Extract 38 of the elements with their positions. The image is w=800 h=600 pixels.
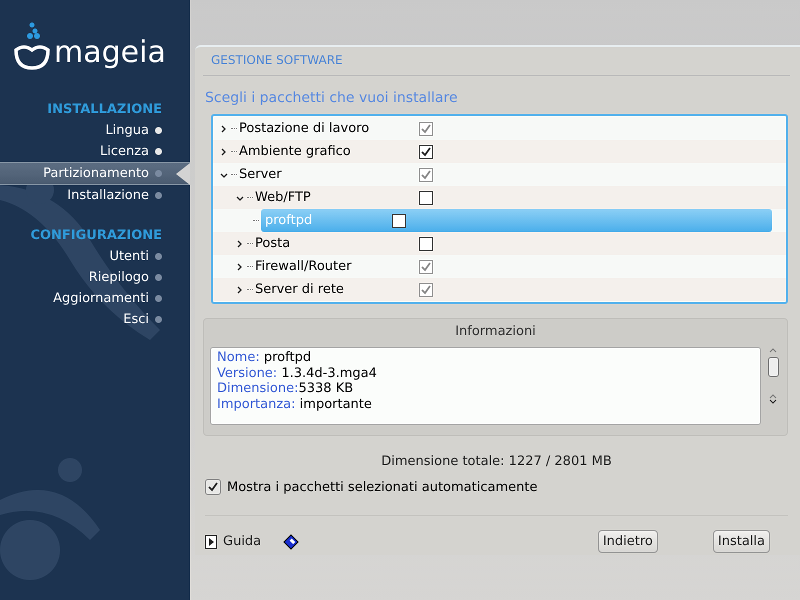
chevron-down-icon[interactable] bbox=[236, 194, 244, 202]
section-title: CONFIGURAZIONE bbox=[29, 227, 163, 245]
tree-item[interactable]: Server bbox=[239, 163, 419, 186]
panel-subtitle: Scegli i pacchetti che vuoi installare bbox=[205, 90, 459, 106]
checkbox[interactable] bbox=[392, 214, 406, 228]
chevron-right-icon[interactable] bbox=[236, 240, 244, 248]
scroll-down-icon[interactable] bbox=[769, 399, 777, 405]
chevron-right-icon[interactable] bbox=[236, 286, 244, 294]
chevron-right-icon[interactable] bbox=[220, 124, 228, 132]
scroll-up-icon[interactable] bbox=[769, 347, 777, 353]
dialog-button[interactable]: Indietro bbox=[598, 530, 658, 553]
step-item[interactable]: Installazione bbox=[0, 185, 190, 206]
checkbox[interactable] bbox=[419, 236, 433, 250]
chevron-down-icon[interactable] bbox=[220, 170, 228, 178]
step-item[interactable]: Esci bbox=[0, 309, 190, 330]
total-size-text: Dimensione totale: 1227 / 2801 MB bbox=[380, 454, 613, 469]
step-item[interactable]: Aggiornamenti bbox=[0, 288, 190, 309]
checkbox-label: Mostra i pacchetti selezionati automaticamente bbox=[227, 480, 538, 494]
tree-item[interactable]: Postazione di lavoro bbox=[239, 117, 419, 140]
step-item[interactable]: Riepilogo bbox=[0, 267, 190, 288]
chevron-right-icon[interactable] bbox=[220, 148, 228, 156]
tree-item[interactable]: Firewall/Router bbox=[255, 255, 419, 278]
play-icon bbox=[205, 534, 217, 548]
step-item[interactable]: Utenti bbox=[0, 246, 190, 267]
info-title: Informazioni bbox=[454, 323, 537, 341]
dialog-button[interactable]: Installa bbox=[712, 530, 770, 553]
step-item[interactable]: Licenza bbox=[0, 141, 190, 162]
check-icon bbox=[207, 481, 219, 493]
logo-text: mageia bbox=[54, 35, 166, 70]
panel-title: GESTIONE SOFTWARE bbox=[203, 47, 790, 76]
info-text: Nome: proftpd Versione: 1.3.4d-3.mga4 Dimensione:5338 KB Importanza: importante bbox=[210, 347, 761, 425]
chevron-right-icon[interactable] bbox=[236, 262, 244, 270]
step-item[interactable]: Lingua bbox=[0, 120, 190, 141]
section-title: INSTALLAZIONE bbox=[46, 101, 163, 119]
step-item[interactable]: Partizionamento bbox=[0, 162, 190, 185]
checkbox[interactable] bbox=[419, 190, 433, 204]
checkbox[interactable] bbox=[205, 479, 221, 495]
help-button[interactable]: Guida bbox=[205, 534, 262, 549]
